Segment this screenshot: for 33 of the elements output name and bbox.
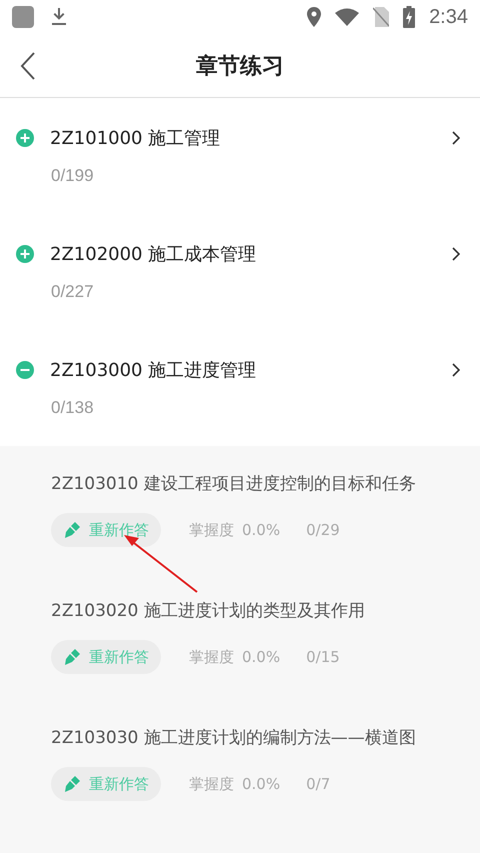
chapter-row[interactable]: 2Z101000 施工管理 0/199 [0, 98, 480, 214]
chevron-right-icon [452, 131, 460, 145]
clock-time: 2:34 [429, 6, 468, 28]
section-title[interactable]: 2Z103020 施工进度计划的类型及其作用 [51, 599, 460, 622]
download-icon [52, 8, 66, 26]
wifi-icon [335, 8, 360, 26]
chapter-row[interactable]: 2Z102000 施工成本管理 0/227 [0, 214, 480, 330]
battery-icon [403, 6, 416, 28]
chevron-right-icon [452, 363, 460, 377]
question-count: 0/138 [51, 398, 95, 418]
question-count: 0/227 [51, 282, 95, 302]
app-notification-icon [12, 6, 34, 28]
section-title[interactable]: 2Z103030 施工进度计划的编制方法——横道图 [51, 726, 460, 749]
page-title: 章节练习 [195, 52, 285, 80]
location-icon [307, 7, 322, 27]
mastery-value: 0.0% [242, 775, 280, 793]
mastery-label: 掌握度 [189, 520, 234, 540]
mastery-label: 掌握度 [189, 648, 234, 666]
no-sim-icon [373, 7, 390, 27]
chapter-title: 2Z103000 施工进度管理 [50, 359, 258, 382]
back-icon[interactable] [20, 52, 36, 80]
section-title[interactable]: 2Z103010 建设工程项目进度控制的目标和任务 [51, 472, 460, 495]
question-count: 0/15 [306, 648, 340, 666]
mastery-value: 0.0% [242, 648, 280, 666]
mastery-value: 0.0% [242, 521, 280, 539]
question-count: 0/7 [306, 775, 330, 793]
question-count: 0/199 [51, 166, 95, 186]
chapter-row[interactable]: 2Z103000 施工进度管理 0/138 [0, 330, 480, 446]
chapter-title: 2Z101000 施工管理 [50, 127, 222, 150]
chapter-title: 2Z102000 施工成本管理 [50, 243, 258, 266]
chevron-right-icon [452, 247, 460, 261]
question-count: 0/29 [306, 521, 340, 539]
mastery-label: 掌握度 [189, 774, 234, 794]
